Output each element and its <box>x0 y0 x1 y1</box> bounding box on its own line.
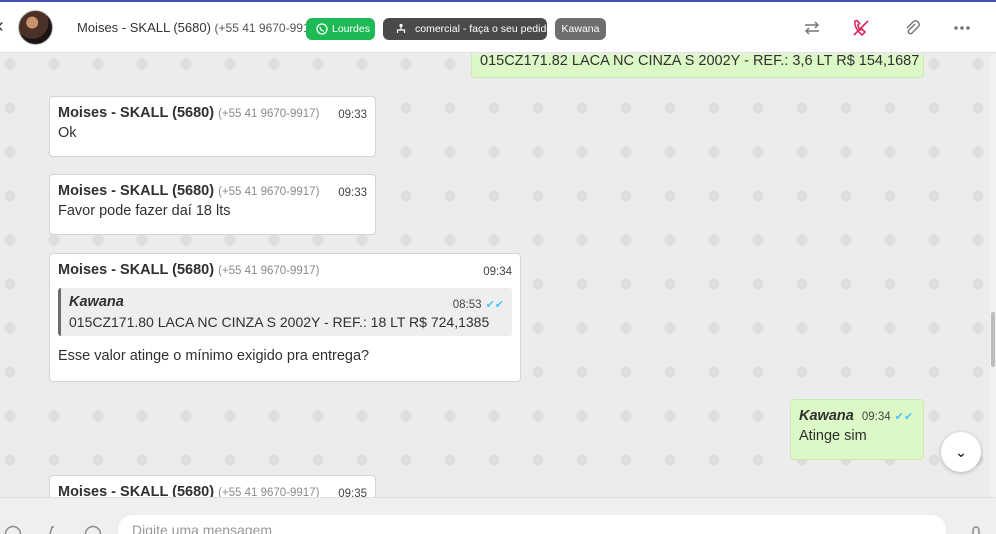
contact-name: Moises - SKALL (5680) <box>77 20 211 35</box>
quoted-time: 08:53 ✔✔ <box>453 298 504 311</box>
emoji-icon[interactable] <box>4 525 22 534</box>
quick-reply-icon[interactable] <box>84 525 102 534</box>
owner-tag-label: Kawana <box>561 23 600 35</box>
sender-name: Moises - SKALL (5680) <box>58 105 215 121</box>
message-input[interactable]: Digite uma mensagem <box>118 515 946 534</box>
agent-tag-label: Lourdes <box>332 23 370 35</box>
scrollbar-thumb[interactable] <box>991 312 995 367</box>
message-text: Favor pode fazer daí 18 lts <box>58 203 231 219</box>
scroll-to-bottom-button[interactable]: ⌄ <box>941 432 981 472</box>
message-list[interactable]: 015CZ171.82 LACA NC CINZA S 2002Y - REF.… <box>0 54 996 497</box>
sitemap-icon <box>396 23 406 33</box>
department-tag-label: comercial - faça o seu pedido <box>415 23 553 35</box>
message-time: 09:35 <box>338 488 367 497</box>
attachment-icon[interactable] <box>902 18 922 38</box>
message-text: Esse valor atinge o mínimo exigido pra e… <box>58 348 370 364</box>
message-text: 015CZ171.82 LACA NC CINZA S 2002Y - REF.… <box>480 54 920 69</box>
scrollbar[interactable] <box>990 54 996 497</box>
end-call-icon[interactable] <box>851 18 871 38</box>
message-bubble-incoming[interactable]: Moises - SKALL (5680) (+55 41 9670-9917) … <box>49 475 376 497</box>
sender-name: Moises - SKALL (5680) <box>58 484 215 497</box>
chat-header: ‹ Moises - SKALL (5680) (+55 41 9670-991… <box>0 0 996 53</box>
template-icon[interactable] <box>44 525 62 534</box>
contact-title[interactable]: Moises - SKALL (5680) (+55 41 9670-9917) <box>77 20 320 35</box>
avatar[interactable] <box>18 10 53 45</box>
message-bubble-incoming[interactable]: Moises - SKALL (5680) (+55 41 9670-9917) … <box>49 174 376 235</box>
department-tag[interactable]: comercial - faça o seu pedido <box>383 18 552 40</box>
more-icon[interactable] <box>952 18 972 38</box>
microphone-icon[interactable] <box>967 525 985 534</box>
read-ticks-icon: ✔✔ <box>485 299 504 311</box>
message-time: 09:34 <box>483 266 512 278</box>
sender-phone: (+55 41 9670-9917) <box>218 108 320 120</box>
message-time: 09:33 <box>338 187 367 199</box>
message-time: 09:34 <box>861 411 891 423</box>
read-ticks-icon: ✔✔ <box>894 411 914 423</box>
message-sender: Moises - SKALL (5680) (+55 41 9670-9917) <box>58 105 367 121</box>
sender-name: Kawana <box>799 408 854 424</box>
quoted-sender: Kawana <box>69 294 124 310</box>
whatsapp-icon <box>316 23 328 35</box>
message-bubble-incoming[interactable]: Moises - SKALL (5680) (+55 41 9670-9917) … <box>49 253 521 382</box>
back-icon[interactable]: ‹ <box>0 16 4 36</box>
transfer-icon[interactable] <box>802 18 822 38</box>
message-time: 09:33 <box>338 109 367 121</box>
sender-phone: (+55 41 9670-9917) <box>218 487 320 497</box>
quoted-message[interactable]: Kawana 08:53 ✔✔ 015CZ171.80 LACA NC CINZA… <box>58 288 512 336</box>
sender-phone: (+55 41 9670-9917) <box>218 265 320 277</box>
quoted-text: 015CZ171.80 LACA NC CINZA S 2002Y - REF.… <box>69 314 490 330</box>
sender-phone: (+55 41 9670-9917) <box>218 186 320 198</box>
owner-tag[interactable]: Kawana <box>555 18 606 40</box>
message-text: Ok <box>58 125 77 141</box>
agent-tag[interactable]: Lourdes <box>306 18 375 40</box>
quoted-time-value: 08:53 <box>452 299 482 311</box>
message-sender: Moises - SKALL (5680) (+55 41 9670-9917) <box>58 484 367 497</box>
sender-name: Moises - SKALL (5680) <box>58 183 215 199</box>
composer-bar: Digite uma mensagem <box>0 497 996 534</box>
message-sender: Moises - SKALL (5680) (+55 41 9670-9917) <box>58 262 512 278</box>
message-sender: Moises - SKALL (5680) (+55 41 9670-9917) <box>58 183 367 199</box>
message-text: Atinge sim <box>799 428 867 444</box>
message-bubble-outgoing[interactable]: Kawana 09:34 ✔✔ Atinge sim <box>790 399 924 460</box>
message-sender: Kawana 09:34 ✔✔ <box>799 408 915 424</box>
contact-phone: (+55 41 9670-9917) <box>214 21 321 35</box>
message-bubble-incoming[interactable]: Moises - SKALL (5680) (+55 41 9670-9917) … <box>49 96 376 157</box>
chevron-down-icon: ⌄ <box>955 444 967 460</box>
sender-name: Moises - SKALL (5680) <box>58 262 215 278</box>
message-bubble-outgoing[interactable]: 015CZ171.82 LACA NC CINZA S 2002Y - REF.… <box>471 54 924 78</box>
